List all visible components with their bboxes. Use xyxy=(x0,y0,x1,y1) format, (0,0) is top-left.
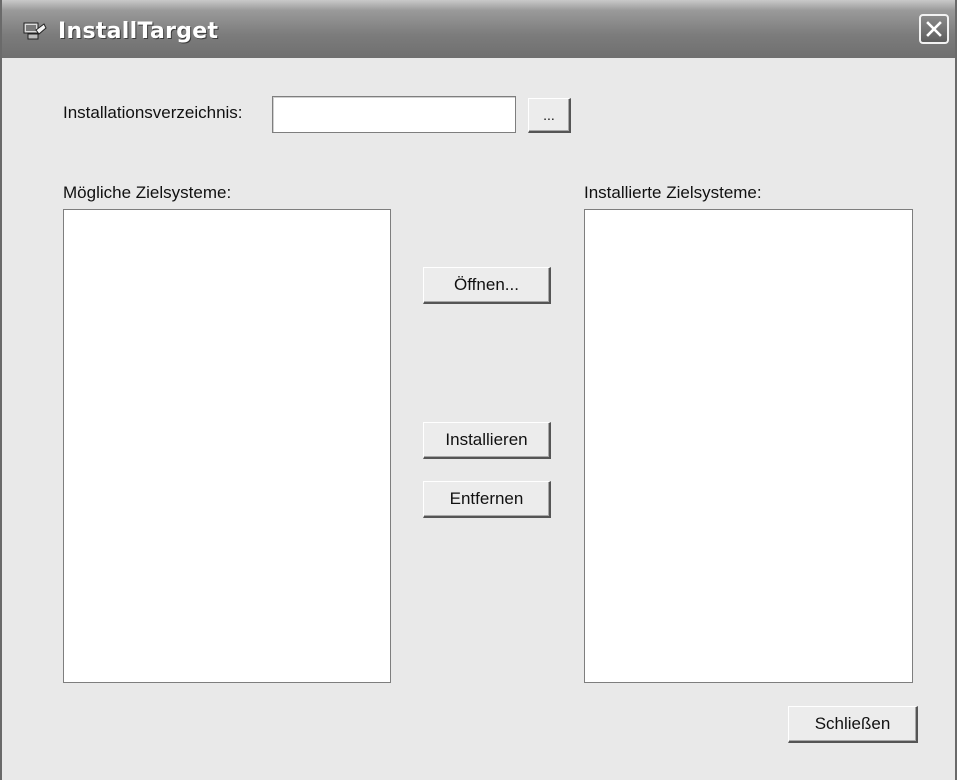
possible-targets-list[interactable] xyxy=(63,209,391,683)
dialog-body: Installationsverzeichnis: ... Mögliche Z… xyxy=(2,58,955,780)
app-icon xyxy=(22,20,48,42)
close-icon xyxy=(926,21,942,37)
installed-targets-list[interactable] xyxy=(584,209,913,683)
remove-button[interactable]: Entfernen xyxy=(423,481,551,518)
install-button[interactable]: Installieren xyxy=(423,422,551,459)
close-window-button[interactable] xyxy=(919,14,949,44)
install-dir-label: Installationsverzeichnis: xyxy=(63,103,243,122)
installtarget-window: InstallTarget Installationsverzeichnis: … xyxy=(0,0,957,780)
title-bar[interactable]: InstallTarget xyxy=(2,0,955,58)
installed-targets-label: Installierte Zielsysteme: xyxy=(584,183,762,202)
window-title: InstallTarget xyxy=(58,19,219,44)
close-button[interactable]: Schließen xyxy=(788,706,918,743)
open-button[interactable]: Öffnen... xyxy=(423,267,551,304)
possible-targets-label: Mögliche Zielsysteme: xyxy=(63,183,232,202)
install-dir-input[interactable] xyxy=(272,96,516,133)
browse-button[interactable]: ... xyxy=(528,98,571,133)
